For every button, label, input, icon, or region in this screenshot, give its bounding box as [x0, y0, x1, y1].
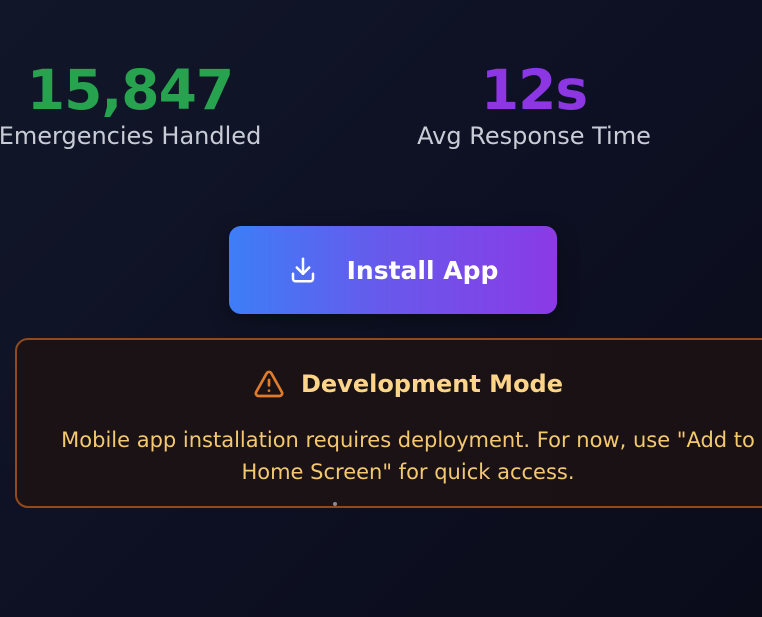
stat-value: 12s — [480, 58, 588, 122]
stat-value: 15,847 — [26, 58, 234, 122]
notice-message: Mobile app installation requires deploym… — [17, 424, 762, 488]
notice-message-line-1: Mobile app installation requires deploym… — [61, 428, 755, 452]
warning-triangle-icon — [253, 368, 285, 400]
development-mode-notice: Development Mode Mobile app installation… — [15, 338, 762, 508]
stat-label: Avg Response Time — [417, 122, 651, 150]
notice-title: Development Mode — [300, 370, 564, 398]
indicator-dot — [333, 502, 337, 506]
install-app-button[interactable]: Install App — [229, 226, 557, 314]
stat-label: Emergencies Handled — [0, 122, 262, 150]
stat-emergencies-handled: 15,847 Emergencies Handled — [0, 60, 280, 151]
notice-header: Development Mode — [17, 368, 762, 400]
stat-avg-response-time: 12s Avg Response Time — [384, 60, 684, 151]
download-icon — [288, 255, 318, 285]
notice-message-line-2: Home Screen" for quick access. — [241, 460, 575, 484]
install-app-label: Install App — [346, 255, 499, 285]
